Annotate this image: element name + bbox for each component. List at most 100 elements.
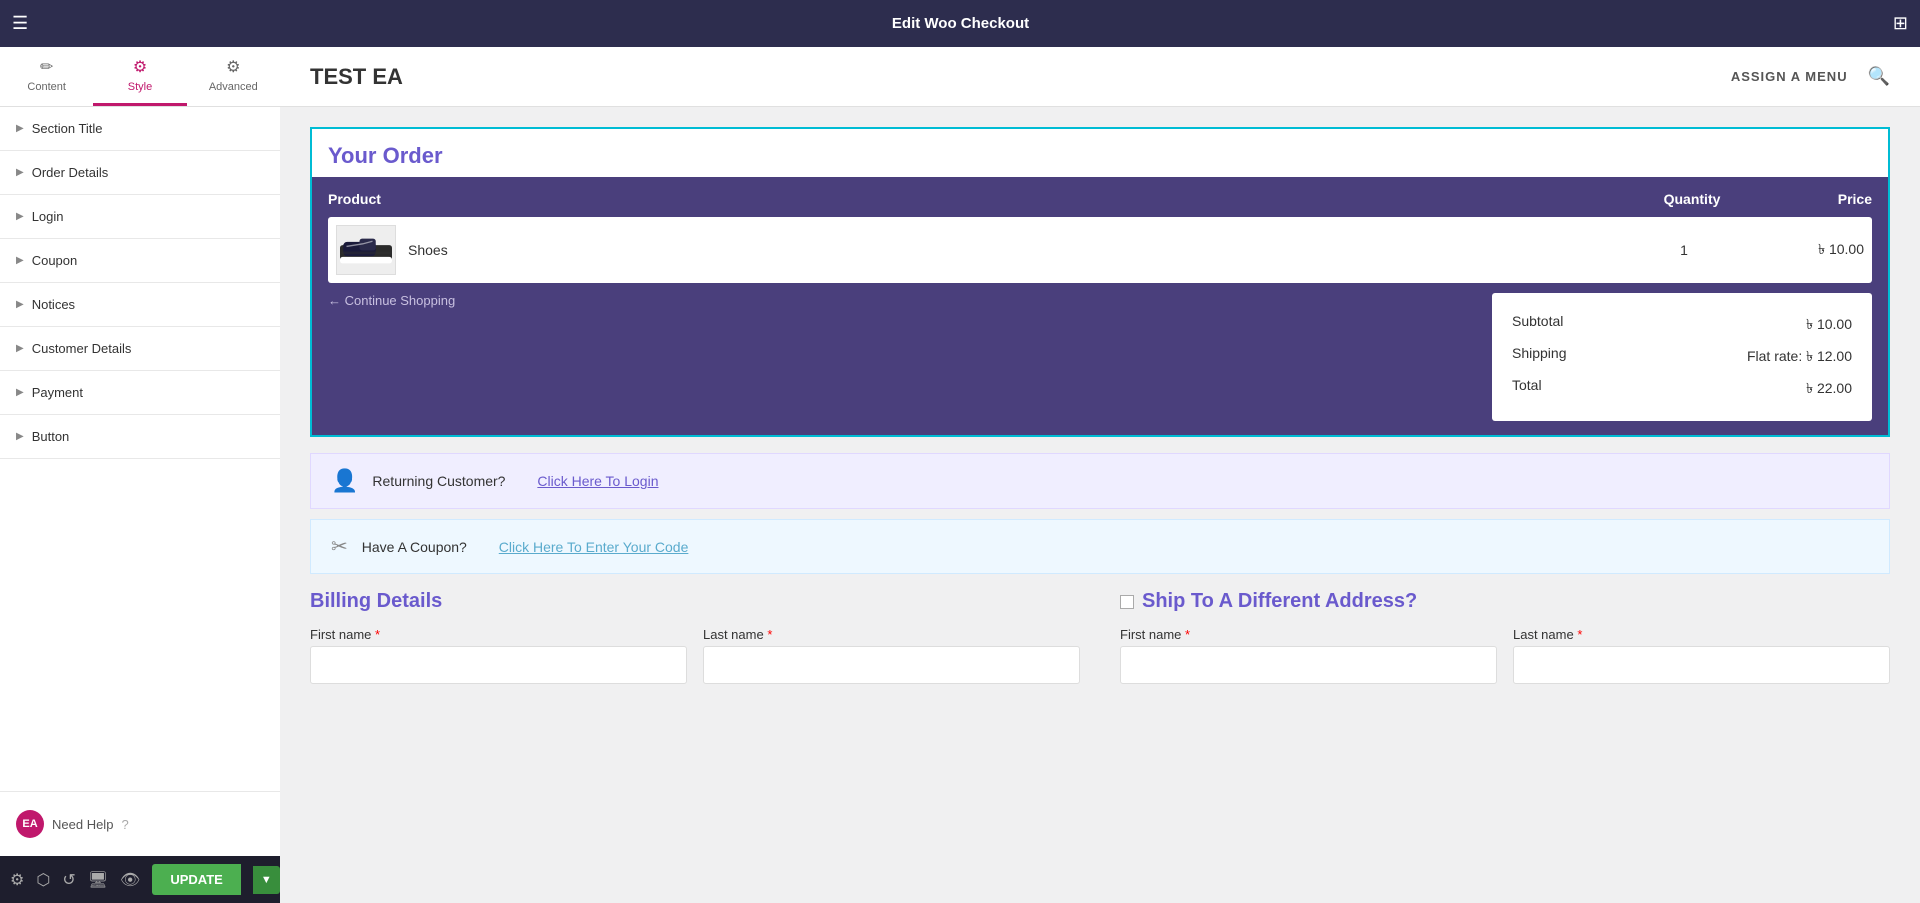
need-help-label: Need Help: [52, 817, 113, 832]
order-item-name: Shoes: [408, 242, 1624, 258]
sidebar-section-notices: ▶ Notices: [0, 283, 280, 327]
need-help-button[interactable]: EA Need Help ?: [0, 796, 280, 852]
sidebar-item-coupon[interactable]: ▶ Coupon: [0, 239, 280, 282]
ship-to-different-checkbox[interactable]: [1120, 595, 1134, 609]
chevron-icon: ▶: [16, 343, 24, 354]
sidebar-item-customer-details[interactable]: ▶ Customer Details: [0, 327, 280, 370]
coupon-link[interactable]: Click Here To Enter Your Code: [499, 539, 689, 555]
shipping-lastname-input[interactable]: [1513, 646, 1890, 684]
sidebar-footer: EA Need Help ?: [0, 791, 280, 856]
order-item-price: ৳ 10.00: [1744, 238, 1864, 262]
order-header-row: Product Quantity Price: [328, 191, 1872, 207]
chevron-icon: ▶: [16, 167, 24, 178]
billing-title: Billing Details: [310, 590, 1080, 613]
sidebar-section-payment: ▶ Payment: [0, 371, 280, 415]
site-topnav: TEST EA ASSIGN A MENU 🔍: [280, 47, 1920, 107]
continue-shopping-link[interactable]: ← Continue Shopping: [328, 293, 1492, 308]
order-details-label: Order Details: [32, 165, 109, 180]
site-logo: TEST EA: [310, 64, 1731, 90]
tab-style[interactable]: ⚙ Style: [93, 47, 186, 106]
assign-menu-link[interactable]: ASSIGN A MENU: [1731, 69, 1848, 84]
login-link[interactable]: Click Here To Login: [537, 473, 658, 489]
total-value: ৳ 22.00: [1806, 377, 1852, 401]
shipping-section: Ship To A Different Address? First name …: [1120, 590, 1890, 696]
order-item-qty: 1: [1624, 242, 1744, 258]
notices-label: Notices: [32, 297, 75, 312]
shipping-label: Shipping: [1512, 345, 1567, 369]
eye-icon[interactable]: 👁: [120, 870, 140, 890]
order-header-price: Price: [1752, 191, 1872, 207]
total-label: Total: [1512, 377, 1542, 401]
order-item-image: [336, 225, 396, 275]
resize-handle[interactable]: [275, 47, 280, 903]
content-area: TEST EA ASSIGN A MENU 🔍 Your Order Produ…: [280, 47, 1920, 903]
chevron-icon: ▶: [16, 255, 24, 266]
tab-content[interactable]: ✏ Content: [0, 47, 93, 106]
style-icon: ⚙: [133, 57, 147, 77]
billing-section: Billing Details First name * Last name: [310, 590, 1080, 696]
summary-subtotal-row: Subtotal ৳ 10.00: [1512, 309, 1852, 341]
your-order-title: Your Order: [312, 129, 1888, 177]
billing-lastname-input[interactable]: [703, 646, 1080, 684]
main-layout: ✏ Content ⚙ Style ⚙ Advanced ▶ Section T…: [0, 47, 1920, 903]
order-header-qty: Quantity: [1632, 191, 1752, 207]
sidebar-sections: ▶ Section Title ▶ Order Details ▶ Login …: [0, 107, 280, 791]
chevron-icon: ▶: [16, 299, 24, 310]
shipping-value: Flat rate: ৳ 12.00: [1747, 345, 1852, 369]
coupon-banner-text: Have A Coupon?: [362, 539, 467, 555]
sidebar-bottom-bar: ⚙ ⬡ ↺ 🖥 👁 UPDATE ▼: [0, 856, 280, 903]
page-title: Edit Woo Checkout: [40, 15, 1881, 32]
update-button[interactable]: UPDATE: [152, 864, 240, 895]
your-order-section: Your Order Product Quantity Price: [310, 127, 1890, 437]
tab-style-label: Style: [128, 81, 152, 93]
button-label: Button: [32, 429, 70, 444]
shipping-firstname-input[interactable]: [1120, 646, 1497, 684]
shipping-firstname-label: First name *: [1120, 627, 1497, 642]
order-summary-box: Subtotal ৳ 10.00 Shipping Flat rate: ৳ 1…: [1492, 293, 1872, 421]
sidebar-item-order-details[interactable]: ▶ Order Details: [0, 151, 280, 194]
advanced-icon: ⚙: [226, 57, 240, 77]
tab-content-label: Content: [27, 81, 66, 93]
billing-name-row: First name * Last name *: [310, 627, 1080, 684]
billing-lastname-label: Last name *: [703, 627, 1080, 642]
hamburger-icon[interactable]: ☰: [12, 13, 28, 34]
sidebar-section-customer-details: ▶ Customer Details: [0, 327, 280, 371]
order-item-row: Shoes 1 ৳ 10.00: [328, 217, 1872, 283]
shipping-lastname-group: Last name *: [1513, 627, 1890, 684]
section-title-label: Section Title: [32, 121, 103, 136]
user-icon: 👤: [331, 468, 358, 494]
history-icon[interactable]: ↺: [62, 870, 75, 890]
order-table: Product Quantity Price: [312, 177, 1888, 435]
sidebar-item-login[interactable]: ▶ Login: [0, 195, 280, 238]
desktop-icon[interactable]: 🖥: [88, 870, 108, 890]
billing-firstname-input[interactable]: [310, 646, 687, 684]
subtotal-label: Subtotal: [1512, 313, 1563, 337]
sidebar-item-payment[interactable]: ▶ Payment: [0, 371, 280, 414]
order-footer-row: ← Continue Shopping Subtotal ৳ 10.00 Shi…: [328, 293, 1872, 421]
sidebar-section-button: ▶ Button: [0, 415, 280, 459]
coupon-label: Coupon: [32, 253, 78, 268]
shipping-title: Ship To A Different Address?: [1120, 590, 1890, 613]
subtotal-value: ৳ 10.00: [1806, 313, 1852, 337]
billing-firstname-group: First name *: [310, 627, 687, 684]
search-icon[interactable]: 🔍: [1868, 66, 1890, 87]
sidebar-section-order-details: ▶ Order Details: [0, 151, 280, 195]
layers-icon[interactable]: ⬡: [36, 870, 50, 890]
content-icon: ✏: [40, 57, 53, 77]
summary-total-row: Total ৳ 22.00: [1512, 373, 1852, 405]
page-content: Your Order Product Quantity Price: [280, 107, 1920, 716]
sidebar-item-section-title[interactable]: ▶ Section Title: [0, 107, 280, 150]
help-question-icon: ?: [121, 817, 128, 832]
billing-lastname-group: Last name *: [703, 627, 1080, 684]
chevron-icon: ▶: [16, 431, 24, 442]
tab-advanced[interactable]: ⚙ Advanced: [187, 47, 280, 106]
sidebar-section-section-title: ▶ Section Title: [0, 107, 280, 151]
grid-icon[interactable]: ⊞: [1893, 13, 1908, 34]
settings-icon[interactable]: ⚙: [10, 870, 24, 890]
required-star: *: [375, 627, 380, 642]
sidebar-item-button[interactable]: ▶ Button: [0, 415, 280, 458]
payment-label: Payment: [32, 385, 83, 400]
sidebar-item-notices[interactable]: ▶ Notices: [0, 283, 280, 326]
chevron-icon: ▶: [16, 123, 24, 134]
login-label: Login: [32, 209, 64, 224]
